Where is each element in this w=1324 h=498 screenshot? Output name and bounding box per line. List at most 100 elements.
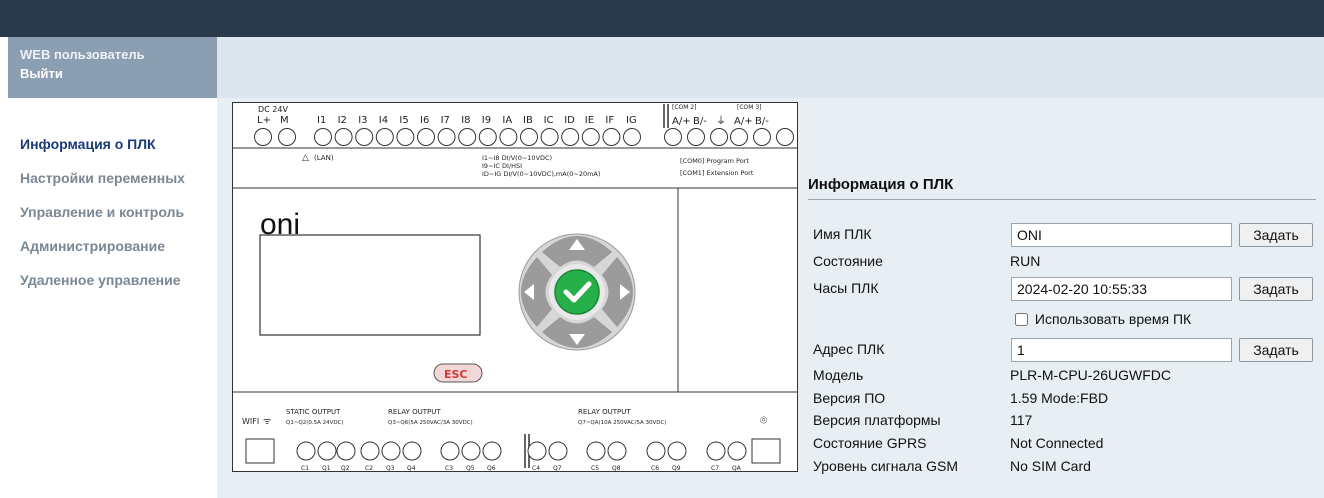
clock-row: Часы ПЛК Задать	[813, 277, 1313, 301]
gsm-row: Уровень сигнала GSM No SIM Card	[813, 455, 1313, 477]
com2-b-terminal: B/-	[693, 116, 707, 127]
state-row: Состояние RUN	[813, 250, 1313, 272]
bottom-terminal-screw	[461, 441, 481, 461]
bottom-terminal-label: C2	[365, 465, 373, 472]
address-set-button[interactable]: Задать	[1239, 338, 1313, 362]
top-terminal-screw	[520, 128, 538, 146]
bottom-terminal-screw	[360, 441, 380, 461]
bottom-terminal-label: C3	[445, 465, 453, 472]
out-group-1-spec: Q1~Q2(0.5A 24VDC)	[286, 420, 344, 426]
platform-row: Версия платформы 117	[813, 409, 1313, 431]
platform-label: Версия платформы	[813, 412, 941, 428]
sidebar-item-plc-info[interactable]: Информация о ПЛК	[8, 134, 217, 168]
bottom-terminal-label: C4	[532, 465, 540, 472]
input-label-ic: IC	[544, 115, 554, 126]
ground-icon: ⏚	[716, 115, 726, 127]
model-label: Модель	[813, 367, 864, 383]
top-terminal-screw	[314, 128, 332, 146]
bottom-terminal-screw	[482, 441, 502, 461]
clock-set-button[interactable]: Задать	[1239, 277, 1313, 301]
out-group-3-title: RELAY OUTPUT	[578, 408, 631, 416]
bottom-terminal-screw	[727, 441, 747, 461]
plc-name-label: Имя ПЛК	[813, 226, 872, 242]
use-pc-time-label: Использовать время ПК	[1034, 311, 1192, 327]
gsm-value: No SIM Card	[1010, 458, 1091, 474]
top-terminal-screw	[254, 128, 272, 146]
bottom-terminal-label: Q9	[672, 465, 681, 472]
bottom-terminal-screw	[527, 441, 547, 461]
lcd-screen	[259, 234, 481, 336]
bottom-terminal-screw	[646, 441, 666, 461]
input-label-ig: IG	[626, 115, 637, 126]
sidebar-item-control-monitoring[interactable]: Управление и контроль	[8, 202, 217, 236]
com3-label: [COM 3]	[737, 104, 762, 111]
plc-name-set-button[interactable]: Задать	[1239, 223, 1313, 247]
input-label-i5: I5	[399, 115, 408, 126]
input-label-ia: IA	[502, 115, 512, 126]
gprs-row: Состояние GPRS Not Connected	[813, 432, 1313, 454]
bottom-terminal-label: Q3	[386, 465, 395, 472]
top-terminal-screw	[355, 128, 374, 146]
input-label-i1: I1	[317, 115, 326, 126]
input-label-id: ID	[564, 115, 575, 126]
sidebar-item-variable-settings[interactable]: Настройки переменных	[8, 168, 217, 202]
model-value: PLR-M-CPU-26UGWFDC	[1010, 367, 1171, 383]
top-terminal-screw	[375, 128, 394, 146]
top-terminal-screw	[581, 128, 600, 146]
state-value: RUN	[1010, 253, 1041, 269]
bottom-terminal-label: C5	[591, 465, 599, 472]
bottom-terminal-screw	[440, 441, 460, 461]
top-terminal-screw	[417, 128, 435, 146]
input-label-if: IF	[605, 115, 614, 126]
gprs-label: Состояние GPRS	[813, 435, 927, 451]
top-terminal-screw	[540, 128, 559, 146]
out-group-2-title: RELAY OUTPUT	[388, 408, 441, 416]
top-terminal-screw	[499, 128, 518, 146]
address-input[interactable]	[1011, 338, 1232, 362]
plc-device-image: DC 24V L+ M I1 I2 I3 I4 I5 I6 I7 I8 I9 IA IB IC ID IE…	[232, 102, 798, 472]
lan-warning-icon: △	[302, 153, 309, 163]
address-label: Адрес ПЛК	[813, 341, 885, 357]
sidebar: Информация о ПЛК Настройки переменных Уп…	[8, 98, 217, 498]
bottom-terminal-screw	[381, 441, 401, 461]
input-label-i7: I7	[441, 115, 450, 126]
sidebar-item-administration[interactable]: Администрирование	[8, 236, 217, 270]
bottom-terminal-screw	[402, 441, 422, 461]
top-terminal-screw	[458, 128, 477, 146]
bottom-terminal-screw	[667, 441, 687, 461]
plc-name-input[interactable]	[1011, 223, 1232, 247]
top-terminal-screw	[396, 128, 415, 146]
header-banner	[217, 37, 1324, 98]
web-user-label: WEB пользователь	[20, 47, 145, 62]
keypad	[518, 233, 636, 351]
gsm-label: Уровень сигнала GSM	[813, 458, 958, 474]
top-terminal-screw	[561, 128, 580, 146]
top-terminal-screw	[687, 128, 705, 146]
lan-label: (LAN)	[314, 154, 334, 162]
use-pc-time-checkbox[interactable]	[1015, 313, 1028, 326]
sidebar-item-remote-control[interactable]: Удаленное управление	[8, 270, 217, 304]
address-row: Адрес ПЛК Задать	[813, 338, 1313, 362]
spec-line-2: I9~IC DI/HSI	[482, 162, 522, 170]
bottom-terminal-label: Q6	[487, 465, 496, 472]
bottom-terminal-label: Q2	[341, 465, 350, 472]
esc-label: ESC	[444, 368, 468, 381]
input-label-ie: IE	[585, 115, 594, 126]
logout-link[interactable]: Выйти	[20, 66, 205, 81]
com2-label: [COM 2]	[672, 104, 697, 111]
top-terminal-screw	[334, 128, 353, 146]
spec-line-3: ID~IG DI/V(0~10VDC),mA(0~20mA)	[482, 170, 600, 178]
bottom-terminal-label: Q7	[553, 465, 562, 472]
top-terminal-screw	[710, 128, 728, 146]
bottom-terminal-label: Q5	[466, 465, 475, 472]
platform-value: 117	[1010, 412, 1033, 428]
top-terminal-screw	[602, 128, 621, 146]
antenna-icon: ⌾	[760, 413, 767, 427]
top-terminal-screw	[278, 128, 296, 146]
spec-line-1: I1~I8 DI/V(0~10VDC)	[482, 154, 552, 162]
input-label-i8: I8	[461, 115, 470, 126]
ok-button	[554, 269, 600, 315]
clock-input[interactable]	[1011, 277, 1232, 301]
com3-b-terminal: B/-	[755, 116, 769, 127]
out-group-1-title: STATIC OUTPUT	[286, 408, 341, 416]
